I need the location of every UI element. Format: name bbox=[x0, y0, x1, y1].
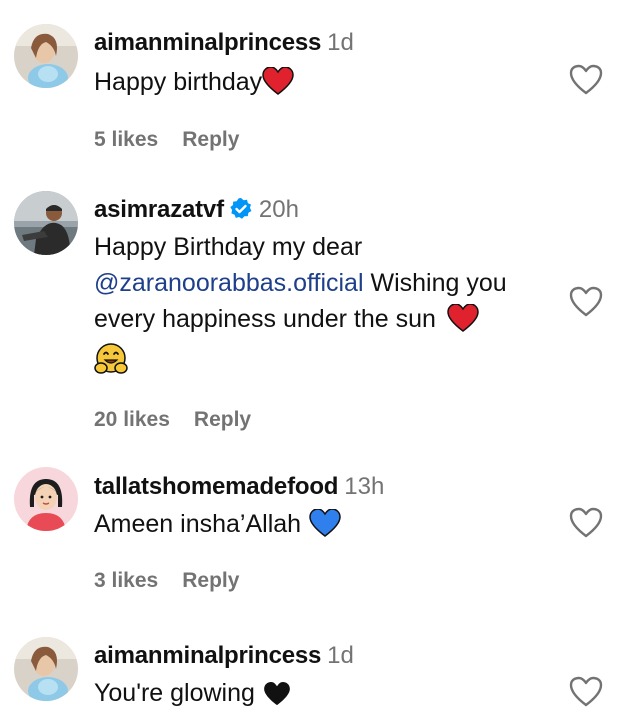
hugging-face-emoji bbox=[94, 342, 128, 386]
like-count[interactable]: 3 likes bbox=[94, 569, 158, 592]
reply-button[interactable]: Reply bbox=[182, 128, 239, 151]
red-heart-emoji bbox=[447, 303, 479, 342]
avatar[interactable] bbox=[14, 191, 78, 255]
like-count[interactable]: 20 likes bbox=[94, 408, 170, 431]
mention-link[interactable]: @zaranoorabbas.official bbox=[94, 269, 364, 297]
username[interactable]: tallatshomemadefood bbox=[94, 473, 338, 500]
timestamp: 1d bbox=[327, 642, 354, 669]
blue-heart-emoji bbox=[309, 508, 341, 547]
avatar[interactable] bbox=[14, 637, 78, 701]
heart-outline-icon[interactable] bbox=[569, 676, 603, 708]
timestamp: 1d bbox=[327, 29, 354, 56]
verified-badge-icon bbox=[229, 197, 253, 221]
comment-text: Ameen insha’Allah bbox=[94, 510, 302, 538]
comment-text: You're glowing bbox=[94, 679, 255, 707]
avatar[interactable] bbox=[14, 24, 78, 88]
like-count[interactable]: 5 likes bbox=[94, 128, 158, 151]
comment-text: Happy birthday bbox=[94, 68, 263, 96]
heart-outline-icon[interactable] bbox=[569, 286, 603, 318]
heart-outline-icon[interactable] bbox=[569, 507, 603, 539]
black-heart-emoji bbox=[263, 680, 291, 716]
comment-text: Happy Birthday my dear bbox=[94, 233, 363, 261]
timestamp: 13h bbox=[344, 473, 385, 500]
reply-button[interactable]: Reply bbox=[194, 408, 251, 431]
timestamp: 20h bbox=[258, 196, 299, 223]
heart-outline-icon[interactable] bbox=[569, 64, 603, 96]
red-heart-emoji bbox=[262, 66, 294, 105]
reply-button[interactable]: Reply bbox=[182, 569, 239, 592]
username[interactable]: aimanminalprincess bbox=[94, 29, 321, 56]
username[interactable]: asimrazatvf bbox=[94, 196, 224, 223]
username[interactable]: aimanminalprincess bbox=[94, 642, 321, 669]
avatar[interactable] bbox=[14, 467, 78, 531]
